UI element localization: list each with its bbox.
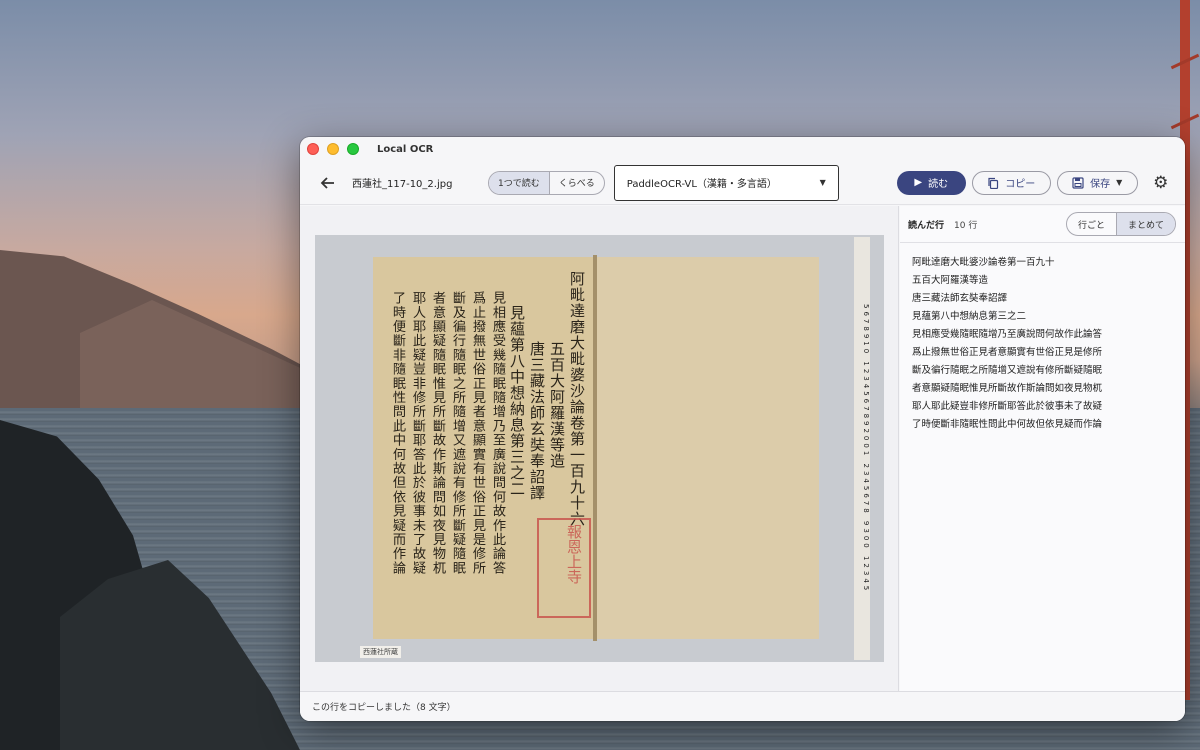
red-seal-stamp: 報恩上寺 (537, 518, 591, 618)
ocr-line[interactable]: 爲止撥無世俗正見者意顯實有世俗正見是修所 (912, 344, 1185, 362)
text-column: 了時便斷非隨眠性問此中何故但依見疑而作論 (390, 291, 405, 575)
save-button[interactable]: 保存 ▼ (1056, 170, 1138, 195)
gear-icon: ⚙ (1153, 172, 1169, 193)
results-header: 読んだ行 10 行 行ごと まとめて (900, 206, 1185, 243)
model-select-value: PaddleOCR-VL（漢籍・多言語） (626, 179, 777, 190)
document-image[interactable]: 阿毗達磨大毗婆沙論卷第一百九十六 五百大阿羅漢等造 唐三藏法師玄奘奉詔譯 見蘊第… (315, 235, 884, 662)
minimize-window-button[interactable] (327, 143, 339, 155)
mode-toggle: 1つで読む くらべる (488, 170, 605, 195)
copy-button-label: コピー (1005, 179, 1036, 190)
chevron-down-icon: ▼ (819, 178, 826, 187)
play-icon: ▶ (914, 177, 923, 188)
status-bar: この行をコピーしました（8 文字） (300, 691, 1185, 721)
app-window: Local OCR 西蓮社_117-10_2.jpg 1つで読む くらべる Pa… (300, 137, 1185, 721)
settings-button[interactable]: ⚙ (1151, 173, 1171, 193)
view-combined-button[interactable]: まとめて (1115, 213, 1175, 235)
text-column: 者意顯疑隨眠惟見所斷故作斯論問如夜見物杌 (430, 291, 445, 575)
close-window-button[interactable] (307, 143, 319, 155)
maximize-window-button[interactable] (347, 143, 359, 155)
ocr-line[interactable]: 見相應受幾隨眠隨增乃至廣說問何故作此論答 (912, 326, 1185, 344)
ocr-line[interactable]: 斷及徧行隨眠之所隨增又遮說有修所斷疑隨眠 (912, 362, 1185, 380)
results-line-count: 10 行 (954, 220, 978, 231)
measuring-ruler: 5678910 1234567892001 2345678 9300 12345 (854, 237, 870, 660)
results-title: 読んだ行 (908, 220, 945, 231)
book-page-right (595, 257, 819, 639)
read-button-label: 読む (928, 179, 949, 190)
ocr-line[interactable]: 阿毗達磨大毗婆沙論卷第一百九十 (912, 254, 1185, 272)
book-spine (593, 255, 597, 641)
copy-icon (988, 177, 999, 189)
ocr-line[interactable]: 者意顯疑隨眠惟見所斷故作斯論問如夜見物杌 (912, 380, 1185, 398)
ocr-line[interactable]: 見蘊第八中想納息第三之二 (912, 308, 1185, 326)
text-column: 見蘊第八中想納息第三之二 (508, 305, 526, 497)
window-controls (307, 143, 359, 155)
title-bar: Local OCR (300, 137, 1185, 161)
view-toggle: 行ごと まとめて (1065, 212, 1176, 236)
chevron-down-icon: ▼ (1116, 178, 1123, 187)
window-title: Local OCR (377, 143, 434, 155)
view-per-line-button[interactable]: 行ごと (1067, 213, 1116, 235)
text-column: 爲止撥無世俗正見者意顯實有世俗正見是修所 (470, 291, 485, 575)
mode-compare-button[interactable]: くらべる (550, 172, 604, 194)
ocr-line[interactable]: 耶人耶此疑豈非修所斷耶答此於彼事未了故疑 (912, 398, 1185, 416)
text-column: 斷及徧行隨眠之所隨增又遮說有修所斷疑隨眠 (450, 291, 465, 575)
back-button[interactable] (317, 173, 337, 193)
floppy-disk-icon (1072, 176, 1084, 189)
ocr-line[interactable]: 唐三藏法師玄奘奉詔譯 (912, 290, 1185, 308)
mode-single-button[interactable]: 1つで読む (489, 171, 550, 194)
results-pane: 読んだ行 10 行 行ごと まとめて 阿毗達磨大毗婆沙論卷第一百九十 五百大阿羅… (900, 206, 1185, 691)
archive-label: 西蓮社所蔵 (360, 646, 401, 658)
read-button[interactable]: ▶ 読む (896, 170, 966, 195)
text-column: 唐三藏法師玄奘奉詔譯 (528, 341, 546, 501)
image-pane: 阿毗達磨大毗婆沙論卷第一百九十六 五百大阿羅漢等造 唐三藏法師玄奘奉詔譯 見蘊第… (300, 206, 899, 691)
ocr-line[interactable]: 五百大阿羅漢等造 (912, 272, 1185, 290)
toolbar: 西蓮社_117-10_2.jpg 1つで読む くらべる PaddleOCR-VL… (300, 161, 1185, 205)
ocr-line[interactable]: 了時便斷非隨眠性問此中何故但依見疑而作論 (912, 416, 1185, 434)
ocr-text-lines: 阿毗達磨大毗婆沙論卷第一百九十 五百大阿羅漢等造 唐三藏法師玄奘奉詔譯 見蘊第八… (900, 243, 1185, 434)
text-column: 耶人耶此疑豈非修所斷耶答此於彼事未了故疑 (410, 291, 425, 575)
copy-button[interactable]: コピー (971, 170, 1051, 195)
status-message: この行をコピーしました（8 文字） (312, 703, 456, 713)
model-select[interactable]: PaddleOCR-VL（漢籍・多言語） ▼ (613, 164, 839, 201)
text-column: 阿毗達磨大毗婆沙論卷第一百九十六 (568, 271, 586, 527)
save-button-label: 保存 (1090, 179, 1111, 190)
text-column: 五百大阿羅漢等造 (548, 341, 566, 469)
file-name: 西蓮社_117-10_2.jpg (352, 179, 453, 190)
arrow-left-icon (320, 176, 334, 189)
text-column: 見相應受幾隨眠隨增乃至廣說問何故作此論答 (490, 291, 505, 575)
